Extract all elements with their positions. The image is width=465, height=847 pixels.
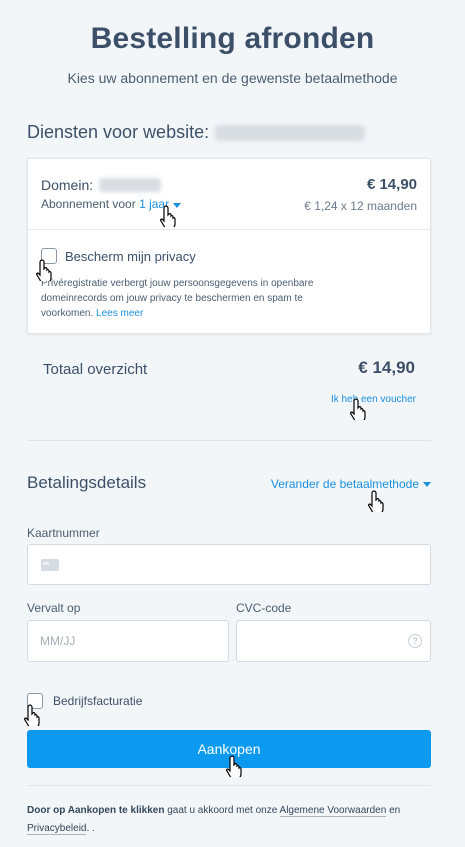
card-divider <box>28 229 430 230</box>
caret-down-icon <box>423 481 431 487</box>
services-heading: Diensten voor website: <box>27 122 366 143</box>
credit-card-icon <box>41 559 59 571</box>
read-more-link[interactable]: Lees meer <box>96 308 143 319</box>
total-label: Totaal overzicht <box>43 361 148 378</box>
caret-down-icon <box>173 203 182 208</box>
section-divider <box>27 440 431 441</box>
privacy-checkbox[interactable] <box>41 248 57 264</box>
hand-cursor-icon <box>368 490 384 512</box>
privacy-policy-link[interactable]: Privacybeleid <box>27 823 87 835</box>
domain-value-blurred <box>99 178 162 192</box>
card-number-label: Kaartnummer <box>27 526 100 540</box>
services-heading-label: Diensten voor website: <box>27 122 210 142</box>
business-billing-label[interactable]: Bedrijfsfacturatie <box>53 694 142 708</box>
terms-link[interactable]: Algemene Voorwaarden <box>279 805 387 817</box>
change-payment-method-label: Verander de betaalmethode <box>270 477 419 491</box>
voucher-link[interactable]: Ik heb een voucher <box>331 394 416 405</box>
cvc-label: CVC-code <box>236 601 292 615</box>
terms-text: Door op Aankopen te klikken gaat u akkoo… <box>27 802 432 838</box>
privacy-row: Bescherm mijn privacy <box>41 248 196 264</box>
domain-card: Domein: € 14,90 Abonnement voor 1 jaar €… <box>27 158 431 334</box>
terms-end: . . <box>86 823 95 834</box>
subscription-label: Abonnement voor <box>41 197 136 211</box>
subscription-row: Abonnement voor 1 jaar <box>41 197 182 211</box>
help-icon[interactable]: ? <box>408 634 422 648</box>
footer-divider <box>27 785 431 786</box>
buy-button[interactable]: Aankopen <box>27 730 431 768</box>
price-breakdown: € 1,24 x 12 maanden <box>304 199 417 213</box>
card-number-input[interactable] <box>27 544 431 585</box>
privacy-description-text: Privéregistratie verbergt jouw persoonsg… <box>41 278 314 319</box>
expiry-placeholder: MM/JJ <box>40 634 76 648</box>
privacy-label[interactable]: Bescherm mijn privacy <box>65 249 196 264</box>
business-billing-row: Bedrijfsfacturatie <box>27 693 142 709</box>
expiry-input[interactable]: MM/JJ <box>27 620 229 662</box>
subscription-period-value: 1 jaar <box>139 197 170 211</box>
domain-row: Domein: <box>41 177 162 193</box>
page-subtitle: Kies uw abonnement en de gewenste betaal… <box>67 70 398 86</box>
terms-and: en <box>389 805 401 816</box>
domain-price: € 14,90 <box>366 176 417 193</box>
total-price: € 14,90 <box>358 358 415 377</box>
payment-heading: Betalingsdetails <box>27 473 147 492</box>
expiry-label: Vervalt op <box>27 601 81 615</box>
cvc-input[interactable]: ? <box>236 620 431 662</box>
subscription-period-dropdown[interactable]: 1 jaar <box>139 197 182 211</box>
terms-bold: Door op Aankopen te klikken <box>27 805 165 816</box>
terms-middle: gaat u akkoord met onze <box>167 805 278 816</box>
privacy-description: Privéregistratie verbergt jouw persoonsg… <box>41 276 321 321</box>
domain-label: Domein: <box>41 177 94 193</box>
business-billing-checkbox[interactable] <box>27 693 43 709</box>
page-title: Bestelling afronden <box>90 22 375 55</box>
website-name-blurred <box>215 124 366 141</box>
change-payment-method-link[interactable]: Verander de betaalmethode <box>271 477 431 491</box>
